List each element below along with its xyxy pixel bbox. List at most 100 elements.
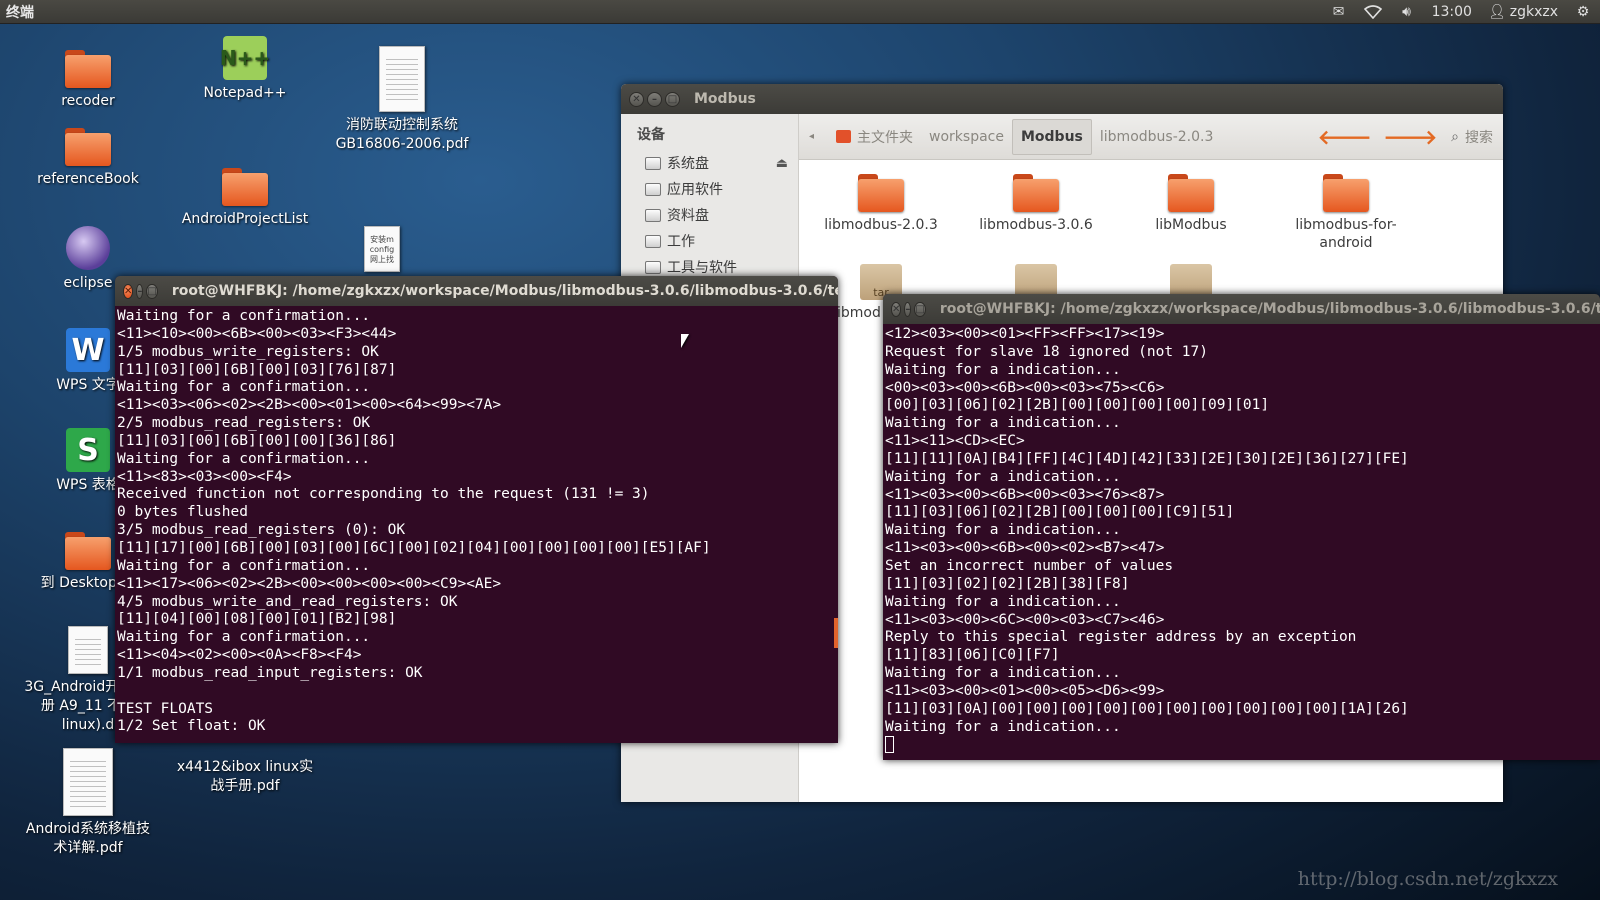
desktop-icon-config-doc[interactable]: 安装m config 网上找 [312, 226, 452, 276]
terminal-line: <12><03><00><01><FF><FF><17><19> [885, 326, 1165, 342]
terminal-titlebar[interactable]: ✕ – □ root@WHFBKJ: /home/zgkxzx/workspac… [883, 294, 1600, 324]
desktop-icon-referencebook[interactable]: referenceBook [18, 128, 158, 189]
gear-icon[interactable]: ⚙ [1574, 4, 1592, 20]
desktop-icon-label: eclipse [63, 275, 113, 291]
user-name: zgkxzx [1509, 3, 1558, 20]
back-arrow-icon[interactable]: 🡐 [1318, 125, 1372, 149]
sidebar-item-data-disk[interactable]: 资料盘 [621, 202, 798, 228]
terminal-line: [11][04][00][08][00][01][B2][98] [117, 611, 397, 628]
terminal-line: <11><83><03><00><F4> [117, 468, 292, 485]
volume-icon[interactable]: 🔊︎ [1398, 4, 1416, 20]
terminal-line: [11][17][00][6B][00][03][00][6C][00][02]… [117, 539, 711, 556]
folder-item[interactable]: libmodbus-for-android [1276, 174, 1416, 252]
desktop-icon-pdf-gb[interactable]: 消防联动控制系统 GB16806-2006.pdf [332, 46, 472, 154]
scrollbar-thumb[interactable] [834, 618, 838, 648]
sidebar-item-label: 工具与软件 [667, 260, 737, 276]
wifi-icon[interactable] [1363, 4, 1382, 19]
maximize-button[interactable]: □ [146, 283, 158, 299]
terminal-line: Set an incorrect number of values [885, 557, 1174, 574]
terminal-output[interactable]: Waiting for a confirmation... <11><10><00… [115, 306, 838, 736]
eclipse-icon [66, 226, 110, 270]
close-button[interactable]: ✕ [891, 301, 902, 317]
terminal-line: Received function not corresponding to t… [117, 486, 650, 503]
desktop-icon-label: x4412&ibox linux实 战手册.pdf [176, 759, 314, 794]
cursor-block [885, 736, 894, 754]
search-icon[interactable]: ⌕ [1451, 129, 1459, 145]
minimize-button[interactable]: – [136, 283, 144, 299]
desktop-icon-label: recoder [61, 93, 115, 109]
folder-icon [65, 50, 111, 88]
terminal-line: TEST FLOATS [117, 700, 214, 717]
terminal-window-right[interactable]: ✕ – □ root@WHFBKJ: /home/zgkxzx/workspac… [883, 294, 1600, 760]
terminal-line: <11><03><06><02><2B><00><01><00><64><99>… [117, 397, 502, 414]
search-label[interactable]: 搜索 [1465, 127, 1493, 147]
folder-item[interactable]: libmodbus-2.0.3 [811, 174, 951, 234]
terminal-line: [11][03][00][6B][00][00][36][86] [117, 432, 397, 449]
window-title: Modbus [694, 91, 756, 107]
wps-writer-icon: W [66, 328, 110, 372]
breadcrumb-workspace[interactable]: workspace [921, 119, 1012, 155]
sidebar-item-work[interactable]: 工作 [621, 228, 798, 254]
terminal-line: 1/2 Set float: OK [117, 718, 266, 735]
desktop-icon-recoder[interactable]: recoder [18, 50, 158, 111]
terminal-line: Waiting for a indication... [885, 415, 1121, 432]
forward-arrow-icon[interactable]: 🡒 [1384, 125, 1438, 149]
minimize-button[interactable]: – [904, 301, 912, 317]
chevron-left-icon[interactable]: ◂ [809, 131, 814, 142]
terminal-line: Waiting for a confirmation... [117, 379, 371, 396]
desktop-icon-label: referenceBook [37, 171, 139, 187]
terminal-line: Waiting for a indication... [885, 522, 1121, 539]
desktop-icon-x4412[interactable]: x4412&ibox linux实 战手册.pdf [175, 758, 315, 796]
desktop-icon-android-port[interactable]: Android系统移植技 术详解.pdf [18, 748, 158, 858]
home-icon [836, 130, 852, 143]
folder-item[interactable]: libmodbus-3.0.6 [966, 174, 1106, 234]
folder-item[interactable]: libModbus [1121, 174, 1261, 234]
desktop-icon-notepad[interactable]: N++ Notepad++ [175, 36, 315, 103]
desktop-icon-label: 消防联动控制系统 GB16806-2006.pdf [335, 117, 469, 152]
terminal-window-left[interactable]: ✕ – □ root@WHFBKJ: /home/zgkxzx/workspac… [115, 276, 838, 743]
drive-icon [645, 156, 661, 170]
maximize-button[interactable]: □ [665, 91, 680, 107]
terminal-line: 2/5 modbus_read_registers: OK [117, 415, 371, 432]
watermark: http://blog.csdn.net/zgkxzx [1297, 868, 1558, 890]
breadcrumb-libmodbus-203[interactable]: libmodbus-2.0.3 [1092, 119, 1221, 155]
sidebar-item-apps[interactable]: 应用软件 [621, 176, 798, 202]
terminal-line: <11><03><00><01><00><05><D6><99> [885, 682, 1165, 699]
file-manager-titlebar[interactable]: ✕ – □ Modbus [621, 84, 1503, 114]
maximize-button[interactable]: □ [914, 301, 926, 317]
drive-icon [645, 208, 661, 222]
close-button[interactable]: ✕ [629, 91, 644, 107]
terminal-titlebar[interactable]: ✕ – □ root@WHFBKJ: /home/zgkxzx/workspac… [115, 276, 838, 306]
terminal-line: <11><11><CD><EC> [885, 433, 1025, 450]
document-thumbnail-text: 安装m config 网上找 [369, 235, 395, 264]
desktop-icon-label: Android系统移植技 术详解.pdf [25, 821, 151, 856]
terminal-line: [11][83][06][C0][F7] [885, 647, 1060, 664]
eject-icon[interactable]: ⏏ [776, 156, 788, 171]
app-menu-title[interactable]: 终端 [6, 2, 34, 22]
user-menu[interactable]: 👤︎ zgkxzx [1488, 4, 1558, 20]
sidebar-item-system-disk[interactable]: 系统盘 [621, 150, 798, 176]
breadcrumb-home[interactable]: 主文件夹 [828, 119, 921, 155]
folder-item-label: libModbus [1155, 217, 1227, 233]
notepad-icon: N++ [220, 36, 270, 80]
terminal-line: 1/1 modbus_read_input_registers: OK [117, 664, 423, 681]
drive-icon [645, 234, 661, 248]
clock[interactable]: 13:00 [1432, 4, 1472, 20]
terminal-line: <11><03><00><6B><00><02><B7><47> [885, 540, 1165, 557]
terminal-line: Waiting for a indication... [885, 718, 1121, 735]
terminal-output[interactable]: <12><03><00><01><FF><FF><17><19> Request … [883, 324, 1600, 755]
folder-icon [1013, 174, 1059, 212]
breadcrumb-modbus[interactable]: Modbus [1011, 118, 1092, 155]
word-document-icon [68, 626, 108, 674]
pdf-document-icon [379, 46, 425, 112]
terminal-line: Reply to this special register address b… [885, 629, 1357, 646]
desktop-icon-label: WPS 文字 [56, 377, 120, 393]
close-button[interactable]: ✕ [123, 283, 134, 299]
terminal-line: 4/5 modbus_write_and_read_registers: OK [117, 593, 458, 610]
mail-icon[interactable]: ✉ [1330, 4, 1348, 20]
indicator-area: ✉ 🔊︎ 13:00 👤︎ zgkxzx ⚙ [1330, 4, 1592, 20]
terminal-line: [00][03][06][02][2B][00][00][00][00][09]… [885, 397, 1270, 414]
desktop-icon-androidprojectlist[interactable]: AndroidProjectList [175, 168, 315, 229]
minimize-button[interactable]: – [647, 91, 662, 107]
